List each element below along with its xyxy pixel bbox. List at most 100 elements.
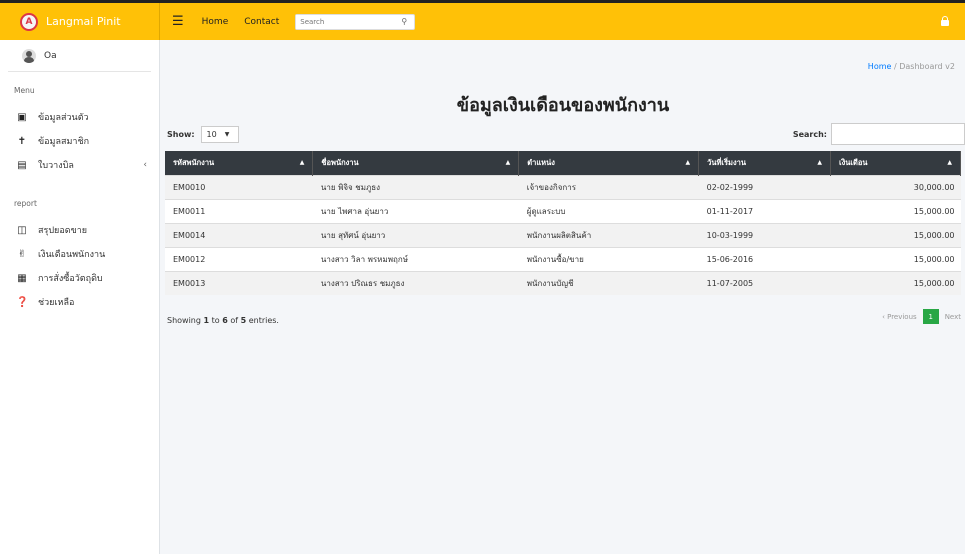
table-search-input[interactable] — [831, 123, 965, 145]
sidebar-item-help[interactable]: ❓ ช่วยเหลือ — [0, 290, 159, 314]
sidebar-item-label: เงินเดือนพนักงาน — [38, 250, 106, 260]
cell-employee-id: EM0012 — [165, 246, 313, 271]
cell-salary: 15,000.00 — [830, 198, 961, 223]
sidebar: Oa Menu ▣ ข้อมูลส่วนตัว ✝ ข้อมูลสมาชิก ▤… — [0, 40, 160, 554]
cell-salary: 15,000.00 — [830, 246, 961, 271]
show-label: Show: — [167, 130, 195, 139]
cell-position: พนักงานบัญชี — [518, 270, 699, 295]
user-panel[interactable]: Oa — [8, 40, 151, 72]
column-header-employee-name[interactable]: ชื่อพนักงาน ▲ — [312, 151, 520, 175]
table-row: EM0012 นางสาว วิลา พรหมพฤกษ์ พนักงานซื้อ… — [165, 246, 961, 271]
pagination: ‹ Previous 1 Next — [882, 309, 961, 324]
caret-down-icon: ▼ — [224, 131, 230, 138]
cell-start-date: 10-03-1999 — [698, 222, 831, 247]
brand-logo-icon: A — [20, 12, 38, 31]
sort-icon: ▲ — [299, 159, 305, 166]
cell-salary: 15,000.00 — [830, 270, 961, 295]
file-icon: ▤ — [17, 159, 27, 171]
cell-position: เจ้าของกิจการ — [518, 174, 699, 199]
sidebar-item-profile[interactable]: ▣ ข้อมูลส่วนตัว — [0, 105, 159, 129]
sidebar-item-invoice[interactable]: ▤ ใบวางบิล ‹ — [0, 153, 159, 177]
sort-icon: ▲ — [505, 159, 511, 166]
navbar-search-input[interactable] — [296, 14, 397, 29]
hand-money-icon: ✌ — [17, 248, 27, 260]
sidebar-item-material-orders[interactable]: ▦ การสั่งซื้อวัตถุดิบ — [0, 266, 159, 290]
entries-per-page-select[interactable]: 10 ▼ — [200, 126, 239, 143]
breadcrumb-separator: / — [893, 62, 897, 71]
sidebar-item-label: ใบวางบิล — [38, 161, 74, 171]
top-nav: ☰ Home Contact ⚲ — [160, 3, 416, 40]
salary-table: รหัสพนักงาน ▲ ชื่อพนักงาน ▲ ตำแหน่ง ▲ วันที… — [165, 151, 961, 295]
avatar — [22, 48, 36, 63]
nav-home-link[interactable]: Home — [202, 17, 229, 27]
column-header-employee-id[interactable]: รหัสพนักงาน ▲ — [165, 151, 314, 175]
table-search: Search: — [793, 123, 965, 145]
sidebar-item-salary[interactable]: ✌ เงินเดือนพนักงาน — [0, 242, 159, 266]
grid-icon: ▦ — [17, 272, 27, 284]
sidebar-item-label: ข้อมูลสมาชิก — [38, 137, 90, 147]
chevron-left-icon: ‹ — [143, 160, 147, 170]
cell-position: พนักงานผลิตสินค้า — [518, 222, 699, 247]
report-section-label: report — [14, 199, 37, 208]
question-circle-icon: ❓ — [16, 296, 29, 308]
pagination-next[interactable]: Next — [945, 313, 961, 321]
breadcrumb-current: Dashboard v2 — [899, 62, 955, 71]
breadcrumb-home-link[interactable]: Home — [868, 62, 892, 71]
cell-employee-name: นาย สุทัศน์ อุ่นยาว — [312, 222, 519, 247]
cell-employee-name: นางสาว วิลา พรหมพฤกษ์ — [312, 246, 519, 271]
cell-salary: 30,000.00 — [830, 174, 961, 199]
column-header-start-date[interactable]: วันที่เริ่มงาน ▲ — [698, 151, 832, 175]
sort-icon: ▲ — [817, 159, 823, 166]
table-row: EM0010 นาย พิจิจ ชมภูธง เจ้าของกิจการ 02… — [165, 174, 961, 199]
menu-section-label: Menu — [14, 86, 35, 95]
table-row: EM0011 นาย ไพศาล อุ่นยาว ผู้ดูแลระบบ 01-… — [165, 198, 961, 223]
cell-employee-name: นาย ไพศาล อุ่นยาว — [312, 198, 519, 223]
entries-per-page-value: 10 — [206, 130, 217, 139]
cell-salary: 15,000.00 — [830, 222, 961, 247]
cell-employee-name: นาย พิจิจ ชมภูธง — [312, 174, 519, 199]
table-search-label: Search: — [792, 129, 827, 139]
sort-icon: ▲ — [947, 159, 952, 166]
cell-start-date: 15-06-2016 — [698, 246, 831, 271]
navbar-search: ⚲ — [295, 13, 416, 30]
table-row: EM0013 นางสาว ปริณธร ชมภูธง พนักงานบัญชี… — [165, 270, 961, 295]
sidebar-item-label: สรุปยอดขาย — [38, 226, 88, 236]
cell-employee-id: EM0010 — [165, 174, 313, 199]
id-card-icon: ▣ — [17, 111, 27, 123]
sort-icon: ▲ — [685, 159, 691, 166]
cell-employee-id: EM0014 — [165, 222, 313, 247]
table-info: Showing 1 to 6 of 5 entries. — [167, 316, 279, 325]
table-row: EM0014 นาย สุทัศน์ อุ่นยาว พนักงานผลิตสิ… — [165, 222, 961, 247]
cell-start-date: 11-07-2005 — [698, 270, 831, 295]
page-title: ข้อมูลเงินเดือนของพนักงาน — [456, 95, 670, 116]
money-bill-icon: ◫ — [17, 224, 27, 236]
column-header-position[interactable]: ตำแหน่ง ▲ — [518, 151, 700, 175]
nav-contact-link[interactable]: Contact — [244, 17, 279, 27]
cell-employee-name: นางสาว ปริณธร ชมภูธง — [312, 270, 519, 295]
top-navbar: A Langmai Pinit ☰ Home Contact ⚲ — [0, 0, 965, 40]
show-entries: Show: 10 ▼ — [167, 126, 239, 143]
person-icon: ✝ — [17, 135, 27, 147]
cell-start-date: 01-11-2017 — [698, 198, 831, 223]
column-header-salary[interactable]: เงินเดือน ▲ — [830, 151, 961, 175]
cell-position: ผู้ดูแลระบบ — [518, 198, 699, 223]
search-icon[interactable]: ⚲ — [396, 17, 412, 26]
sidebar-item-members[interactable]: ✝ ข้อมูลสมาชิก — [0, 129, 159, 153]
lock-icon[interactable] — [941, 16, 949, 26]
sidebar-item-label: ข้อมูลส่วนตัว — [38, 113, 89, 123]
sidebar-item-label: การสั่งซื้อวัตถุดิบ — [38, 274, 103, 284]
cell-position: พนักงานซื้อ/ขาย — [518, 246, 699, 271]
pagination-page-1[interactable]: 1 — [922, 309, 939, 324]
brand-name: Langmai Pinit — [46, 15, 121, 28]
cell-start-date: 02-02-1999 — [698, 174, 831, 199]
menu-icon[interactable]: ☰ — [172, 14, 184, 29]
table-header-row: รหัสพนักงาน ▲ ชื่อพนักงาน ▲ ตำแหน่ง ▲ วันที… — [165, 151, 961, 175]
sidebar-item-label: ช่วยเหลือ — [38, 298, 75, 308]
main-content: Home / Dashboard v2 ข้อมูลเงินเดือนของพน… — [161, 40, 965, 554]
cell-employee-id: EM0013 — [165, 270, 313, 295]
brand-link[interactable]: A Langmai Pinit — [0, 3, 160, 40]
cell-employee-id: EM0011 — [165, 198, 313, 223]
sidebar-item-sales-summary[interactable]: ◫ สรุปยอดขาย — [0, 218, 159, 242]
pagination-previous[interactable]: ‹ Previous — [882, 313, 917, 321]
breadcrumb: Home / Dashboard v2 — [868, 62, 955, 71]
